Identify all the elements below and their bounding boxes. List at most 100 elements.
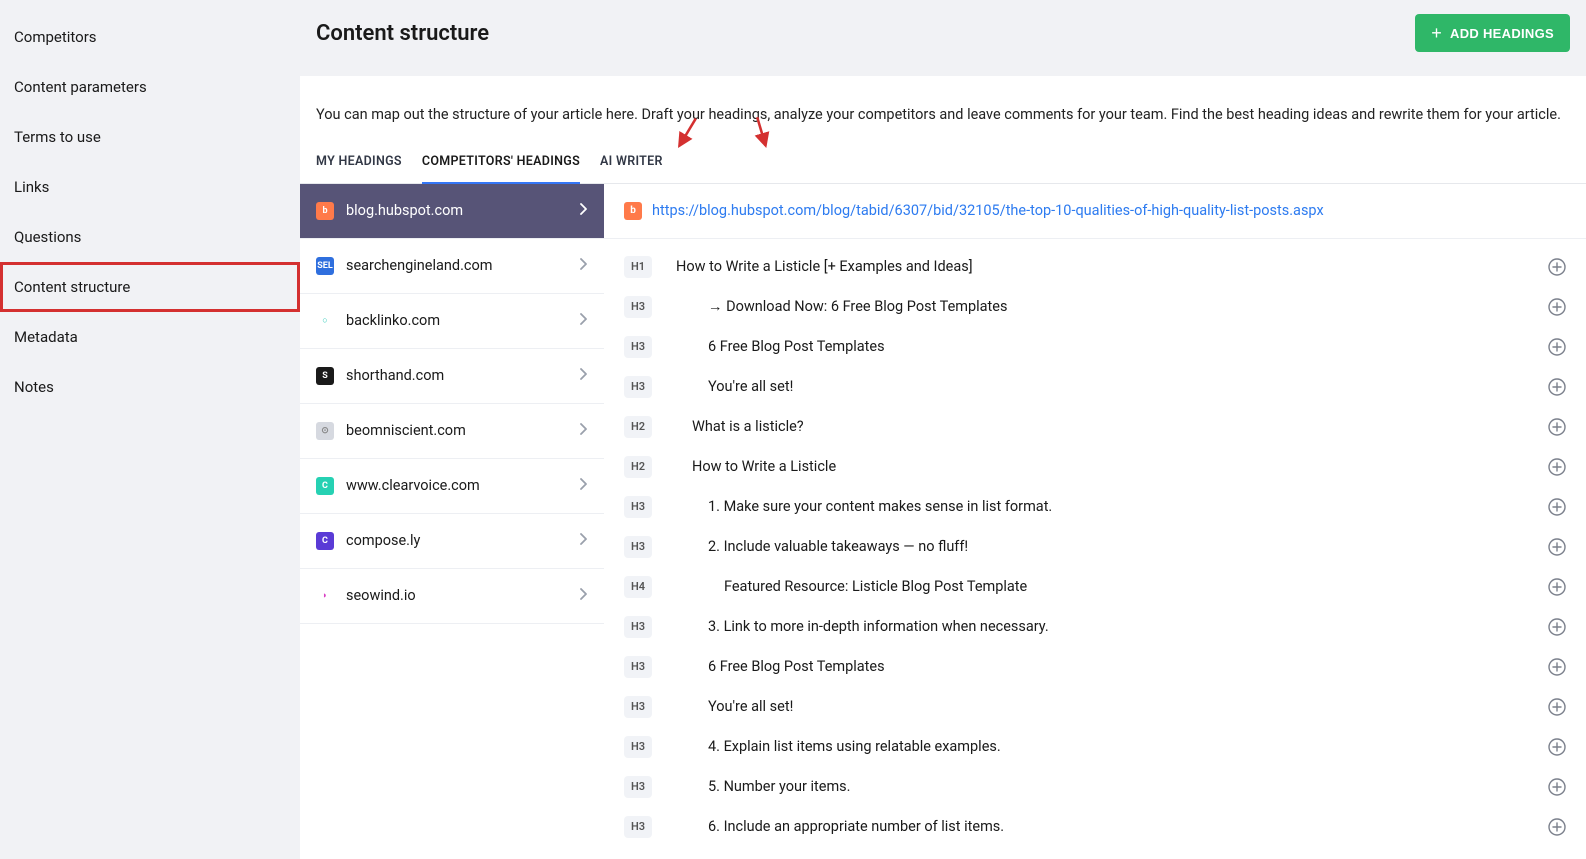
heading-text: Featured Resource: Listicle Blog Post Te… [676,578,1027,595]
description-text: You can map out the structure of your ar… [300,104,1586,126]
add-heading-icon[interactable] [1548,298,1566,316]
heading-row: H33. Link to more in-depth information w… [604,607,1586,647]
competitor-domain: searchengineland.com [346,257,492,274]
chevron-right-icon [580,258,588,274]
competitor-item[interactable]: bblog.hubspot.com [300,184,604,239]
chevron-right-icon [580,313,588,329]
add-heading-icon[interactable] [1548,578,1566,596]
heading-tag: H2 [624,416,652,438]
headings-panel: b https://blog.hubspot.com/blog/tabid/63… [604,184,1586,859]
heading-row: H3 6 Free Blog Post Templates [604,647,1586,687]
heading-row: H3 2. Include valuable takeaways — no flu… [604,527,1586,567]
sidebar-item-competitors[interactable]: Competitors [0,12,300,62]
heading-text: 1. Make sure your content makes sense in… [676,498,1052,515]
competitor-favicon-icon: C [316,532,334,550]
chevron-right-icon [580,588,588,604]
heading-tag: H4 [624,576,652,598]
heading-tag: H2 [624,456,652,478]
chevron-right-icon [580,368,588,384]
source-url-link[interactable]: https://blog.hubspot.com/blog/tabid/6307… [652,202,1324,219]
chevron-right-icon [580,203,588,219]
competitor-item[interactable]: Cwww.clearvoice.com [300,459,604,514]
header: Content structure + ADD HEADINGS [300,0,1586,76]
heading-row: H4 Featured Resource: Listicle Blog Post … [604,567,1586,607]
heading-tag: H3 [624,536,652,558]
competitor-favicon-icon: S [316,367,334,385]
competitor-domain: beomniscient.com [346,422,466,439]
chevron-right-icon [580,478,588,494]
competitor-favicon-icon: SEL [316,257,334,275]
competitor-item[interactable]: ○backlinko.com [300,294,604,349]
sidebar-item-content-structure[interactable]: Content structure [0,262,300,312]
heading-text: 4. Explain list items using relatable ex… [676,738,1001,755]
sidebar-item-content-parameters[interactable]: Content parameters [0,62,300,112]
add-heading-icon[interactable] [1548,458,1566,476]
heading-row: H3 1. Make sure your content makes sense … [604,487,1586,527]
add-heading-icon[interactable] [1548,658,1566,676]
add-headings-label: ADD HEADINGS [1450,26,1554,41]
competitor-item[interactable]: SEL searchengineland.com [300,239,604,294]
heading-row: H36. Include an appropriate number of li… [604,807,1586,847]
tab-competitors-headings[interactable]: COMPETITORS' HEADINGS [422,154,580,183]
heading-tag: H3 [624,376,652,398]
competitor-domain: seowind.io [346,587,416,604]
tab-my-headings[interactable]: MY HEADINGS [316,154,402,183]
competitor-favicon-icon: C [316,477,334,495]
add-heading-icon[interactable] [1548,538,1566,556]
tabs: MY HEADINGS COMPETITORS' HEADINGS AI WRITE… [300,126,1586,184]
heading-tag: H3 [624,656,652,678]
competitor-item[interactable]: Sshorthand.com [300,349,604,404]
heading-row: H3You're all set! [604,687,1586,727]
add-heading-icon[interactable] [1548,258,1566,276]
heading-text: 2. Include valuable takeaways — no fluff… [676,538,968,555]
add-heading-icon[interactable] [1548,698,1566,716]
tab-ai-writer[interactable]: AI WRITER [600,154,663,183]
competitor-item[interactable]: Ccompose.ly [300,514,604,569]
heading-row: H3 You're all set! [604,367,1586,407]
chevron-right-icon [580,533,588,549]
add-heading-icon[interactable] [1548,618,1566,636]
heading-tag: H1 [624,256,652,278]
heading-text: You're all set! [676,698,793,715]
heading-row: H1How to Write a Listicle [+ Examples an… [604,247,1586,287]
heading-row: H35. Number your items. [604,767,1586,807]
competitor-favicon-icon: b [316,202,334,220]
heading-tag: H3 [624,736,652,758]
add-heading-icon[interactable] [1548,498,1566,516]
source-url-row: b https://blog.hubspot.com/blog/tabid/63… [604,184,1586,239]
heading-tag: H3 [624,496,652,518]
heading-row: H2How to Write a Listicle [604,447,1586,487]
main: Content structure + ADD HEADINGS You can… [300,0,1586,859]
sidebar-item-links[interactable]: Links [0,162,300,212]
sidebar-item-terms-to-use[interactable]: Terms to use [0,112,300,162]
competitor-item[interactable]: ◗ seowind.io [300,569,604,624]
add-heading-icon[interactable] [1548,378,1566,396]
heading-text: 6 Free Blog Post Templates [676,338,885,355]
heading-tag: H3 [624,776,652,798]
heading-text: 6 Free Blog Post Templates [676,658,885,675]
content-card: You can map out the structure of your ar… [300,76,1586,859]
sidebar-item-questions[interactable]: Questions [0,212,300,262]
competitor-item[interactable]: ⊙ beomniscient.com [300,404,604,459]
add-heading-icon[interactable] [1548,418,1566,436]
add-headings-button[interactable]: + ADD HEADINGS [1415,14,1570,52]
page-title: Content structure [316,21,489,46]
heading-row: H3→ Download Now: 6 Free Blog Post Templ… [604,287,1586,327]
sidebar-item-notes[interactable]: Notes [0,362,300,412]
add-heading-icon[interactable] [1548,818,1566,836]
heading-text: You're all set! [676,378,793,395]
heading-row: H2 What is a listicle? [604,407,1586,447]
heading-text: What is a listicle? [676,418,804,435]
add-heading-icon[interactable] [1548,738,1566,756]
sidebar-item-metadata[interactable]: Metadata [0,312,300,362]
competitor-domain: shorthand.com [346,367,444,384]
add-heading-icon[interactable] [1548,338,1566,356]
body: bblog.hubspot.com SEL searchengineland.com… [300,184,1586,859]
sidebar: CompetitorsContent parametersTerms to us… [0,0,300,859]
competitor-domain: backlinko.com [346,312,440,329]
heading-text: 3. Link to more in-depth information whe… [676,618,1049,635]
add-heading-icon[interactable] [1548,778,1566,796]
competitor-favicon-icon: ◗ [316,587,334,605]
competitor-favicon-icon: ⊙ [316,422,334,440]
heading-tag: H3 [624,296,652,318]
